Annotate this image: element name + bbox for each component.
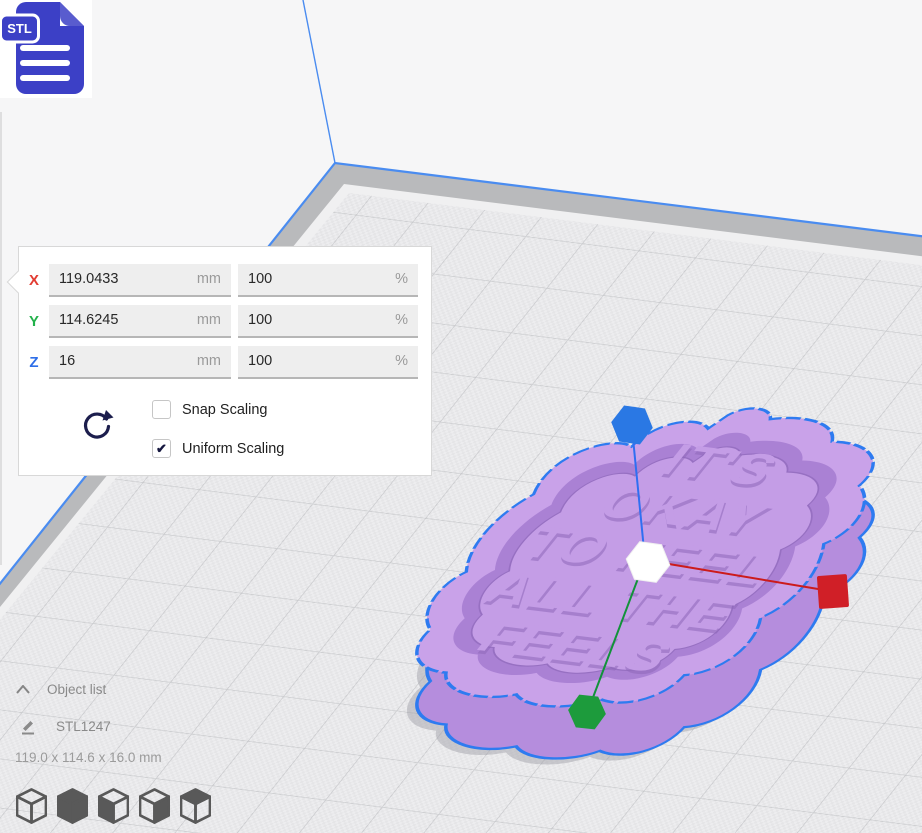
view-right-button[interactable] xyxy=(177,785,214,827)
uniform-scaling-row: ✔ Uniform Scaling xyxy=(152,439,284,458)
cube-right-face-icon xyxy=(139,788,170,824)
x-size-input[interactable] xyxy=(59,271,193,287)
snap-scaling-checkbox[interactable] xyxy=(152,400,171,419)
scale-tool-panel: X mm % Y mm % Z mm % xyxy=(18,246,432,476)
text-bar xyxy=(20,45,70,51)
snap-scaling-row: Snap Scaling xyxy=(152,400,267,419)
edit-pencil-icon[interactable] xyxy=(20,718,36,735)
stl-badge-label: STL xyxy=(7,21,32,36)
reset-rotate-ccw-icon xyxy=(80,409,114,443)
chevron-up-icon[interactable] xyxy=(16,685,30,694)
camera-view-toolbar xyxy=(13,785,214,827)
percent-unit-label: % xyxy=(395,312,408,328)
percent-unit-label: % xyxy=(395,353,408,369)
uniform-scaling-checkbox[interactable]: ✔ xyxy=(152,439,171,458)
object-list-header[interactable]: Object list xyxy=(16,682,106,697)
text-bar xyxy=(20,60,70,66)
build-volume-edge xyxy=(303,0,335,163)
document-fold-flap xyxy=(60,2,84,26)
scale-row-x: X mm % xyxy=(19,263,431,297)
z-percent-field[interactable]: % xyxy=(238,346,418,379)
z-size-input[interactable] xyxy=(59,353,193,369)
object-dimensions: 119.0 x 114.6 x 16.0 mm xyxy=(15,750,162,765)
scale-row-y: Y mm % xyxy=(19,304,431,338)
axis-label-z: Z xyxy=(19,354,49,371)
mm-unit-label: mm xyxy=(197,353,221,369)
view-top-button[interactable] xyxy=(95,785,132,827)
object-list-title: Object list xyxy=(47,682,106,697)
uniform-scaling-label[interactable]: Uniform Scaling xyxy=(182,441,284,457)
axis-label-x: X xyxy=(19,272,49,289)
cube-left-face-icon xyxy=(98,788,129,824)
z-percent-input[interactable] xyxy=(248,353,391,369)
reset-scale-button[interactable] xyxy=(79,409,115,445)
stl-file-icon: STL xyxy=(0,0,92,98)
mm-unit-label: mm xyxy=(197,271,221,287)
snap-scaling-label[interactable]: Snap Scaling xyxy=(182,402,267,418)
scale-row-z: Z mm % xyxy=(19,345,431,379)
view-3d-button[interactable] xyxy=(13,785,50,827)
percent-unit-label: % xyxy=(395,271,408,287)
y-percent-field[interactable]: % xyxy=(238,305,418,338)
checkbox-glyph: ✔ xyxy=(156,441,167,457)
y-size-input[interactable] xyxy=(59,312,193,328)
object-name: STL1247 xyxy=(56,719,111,734)
cube-solid-icon xyxy=(57,788,88,824)
text-bar xyxy=(20,75,70,81)
view-left-button[interactable] xyxy=(136,785,173,827)
object-dimensions-row: 119.0 x 114.6 x 16.0 mm xyxy=(15,750,162,765)
z-size-field[interactable]: mm xyxy=(49,346,231,379)
y-size-field[interactable]: mm xyxy=(49,305,231,338)
y-percent-input[interactable] xyxy=(248,312,391,328)
x-scale-handle[interactable] xyxy=(817,574,849,609)
cura-viewport: { "colors": { "background": "#f6f6f7", "… xyxy=(0,0,922,833)
left-panel-divider xyxy=(0,112,2,565)
cube-top-face-icon xyxy=(180,788,211,824)
x-size-field[interactable]: mm xyxy=(49,264,231,297)
x-percent-input[interactable] xyxy=(248,271,391,287)
mm-unit-label: mm xyxy=(197,312,221,328)
cube-3d-icon xyxy=(16,788,47,824)
x-percent-field[interactable]: % xyxy=(238,264,418,297)
view-front-button[interactable] xyxy=(54,785,91,827)
axis-label-y: Y xyxy=(19,313,49,330)
object-list-item[interactable]: STL1247 xyxy=(20,718,111,735)
stl-thumbnail: STL xyxy=(0,0,92,98)
